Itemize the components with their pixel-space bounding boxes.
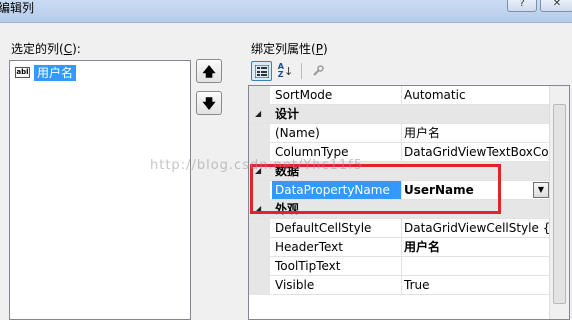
- property-pages-button[interactable]: [307, 61, 328, 81]
- property-value[interactable]: 用户名: [401, 124, 550, 142]
- selected-columns-label-prefix: 选定的列(: [11, 42, 64, 56]
- arrow-down-icon: 🡇: [202, 97, 216, 112]
- watermark-text: http://blog.csdn.net/Yhc11f5: [150, 158, 364, 173]
- property-row[interactable]: DefaultCellStyle DataGridViewCellStyle {…: [249, 219, 550, 238]
- collapse-triangle-icon[interactable]: ◢: [255, 109, 261, 118]
- dropdown-button[interactable]: ▼: [533, 182, 549, 198]
- move-down-button[interactable]: 🡇: [196, 91, 222, 115]
- category-row[interactable]: ◢ 设计: [249, 105, 549, 124]
- selected-columns-label-key: C: [63, 42, 73, 56]
- property-name: (Name): [272, 124, 402, 142]
- arrow-up-icon: 🡅: [202, 65, 216, 80]
- list-item[interactable]: abl 用户名: [15, 64, 77, 81]
- property-row[interactable]: SortMode Automatic: [249, 86, 549, 105]
- row-margin: [249, 276, 270, 295]
- property-name: Visible: [272, 276, 402, 294]
- property-value[interactable]: 用户名: [401, 238, 550, 256]
- selected-columns-label-suffix: ):: [72, 42, 81, 56]
- bound-properties-label-suffix: ): [322, 42, 328, 56]
- property-value[interactable]: True: [401, 276, 550, 294]
- alphabetical-button[interactable]: A Z ↓: [275, 61, 296, 81]
- property-name: DefaultCellStyle: [272, 219, 402, 237]
- category-name: 设计: [275, 107, 300, 121]
- property-row[interactable]: Visible True: [249, 276, 549, 295]
- property-value[interactable]: DataGridViewCellStyle { }: [401, 219, 550, 237]
- scrollbar-thumb[interactable]: [553, 104, 566, 304]
- help-icon: ?: [519, 0, 525, 9]
- row-margin: [249, 257, 270, 276]
- row-margin: [249, 124, 270, 143]
- bound-properties-label-prefix: 绑定列属性(: [251, 42, 316, 56]
- selected-columns-list[interactable]: abl 用户名: [9, 60, 191, 320]
- selected-columns-label: 选定的列(C):: [11, 40, 81, 57]
- bound-properties-label: 绑定列属性(P): [251, 40, 328, 57]
- row-margin: [249, 219, 270, 238]
- property-value[interactable]: Automatic: [401, 86, 550, 104]
- property-toolbar: A Z ↓: [251, 60, 328, 82]
- move-up-button[interactable]: 🡅: [196, 59, 222, 83]
- categorized-icon: [254, 64, 269, 78]
- property-name: HeaderText: [272, 238, 402, 256]
- row-margin: [249, 238, 270, 257]
- textbox-column-icon: abl: [15, 67, 30, 78]
- title-bar: 编辑列 ? ✕: [0, 0, 572, 23]
- wrench-icon: [312, 65, 324, 76]
- row-margin: [249, 86, 270, 105]
- close-icon: ✕: [552, 0, 562, 9]
- bound-properties-label-key: P: [315, 42, 323, 56]
- property-row[interactable]: ToolTipText: [249, 257, 549, 276]
- close-button[interactable]: ✕: [540, 0, 572, 12]
- help-button[interactable]: ?: [507, 0, 537, 12]
- vertical-scrollbar[interactable]: [549, 86, 569, 319]
- property-row[interactable]: (Name) 用户名: [249, 124, 549, 143]
- chevron-down-icon: ▼: [537, 185, 545, 194]
- property-row[interactable]: HeaderText 用户名: [249, 238, 549, 257]
- toolbar-separator: [301, 63, 302, 79]
- property-name: SortMode: [272, 86, 402, 104]
- list-item-label: 用户名: [34, 64, 77, 81]
- property-name: ToolTipText: [272, 257, 402, 275]
- window-title: 编辑列: [0, 1, 35, 15]
- property-value[interactable]: DataGridViewTextBoxColu: [401, 143, 550, 161]
- property-value[interactable]: [401, 257, 550, 275]
- alphabetical-icon: A Z ↓: [277, 62, 294, 79]
- categorized-button[interactable]: [251, 61, 272, 81]
